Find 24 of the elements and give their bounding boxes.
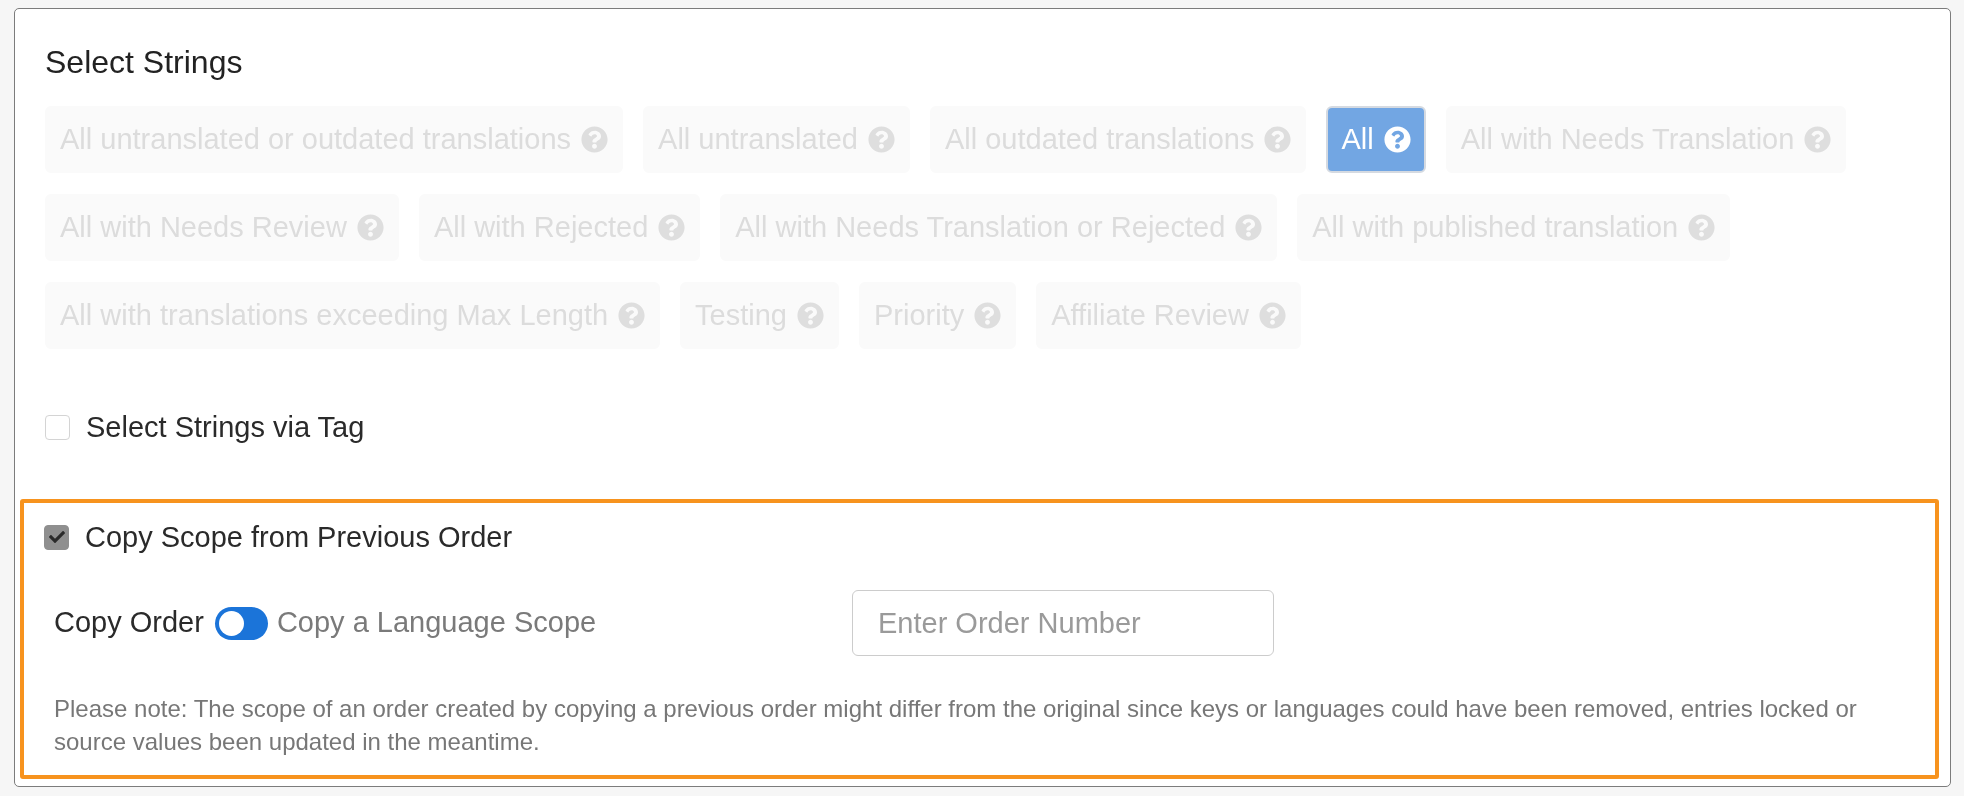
help-icon [974, 302, 1002, 329]
checkbox[interactable] [44, 524, 69, 550]
check-icon [48, 529, 65, 545]
help-icon [1383, 126, 1411, 153]
section-heading: Select Strings [45, 45, 243, 79]
help-icon [618, 302, 646, 329]
mode-label: Copy Order [54, 605, 204, 641]
help-icon [1688, 214, 1716, 241]
help-icon [658, 214, 686, 241]
help-icon [1264, 126, 1292, 153]
order-number-field[interactable]: Enter Order Number [852, 590, 1274, 656]
help-icon [1258, 302, 1286, 329]
help-icon [1235, 214, 1263, 241]
checkbox-label: Copy Scope from Previous Order [85, 520, 513, 554]
checkbox-label: Select Strings via Tag [86, 410, 365, 444]
help-icon [356, 214, 384, 241]
help-icon [581, 126, 609, 153]
note-text: Please note: The scope of an order created by copying a previous order might differ from the original since keys or languages could have been removed, entries locked or source values been updated in the meantime. [54, 694, 1858, 757]
toggle-switch[interactable] [214, 606, 268, 640]
help-icon [867, 126, 895, 153]
mode-label: Copy a Language Scope [276, 605, 597, 641]
filter-button[interactable]: All [1326, 106, 1426, 173]
help-icon [797, 302, 824, 329]
help-icon [1804, 126, 1832, 153]
